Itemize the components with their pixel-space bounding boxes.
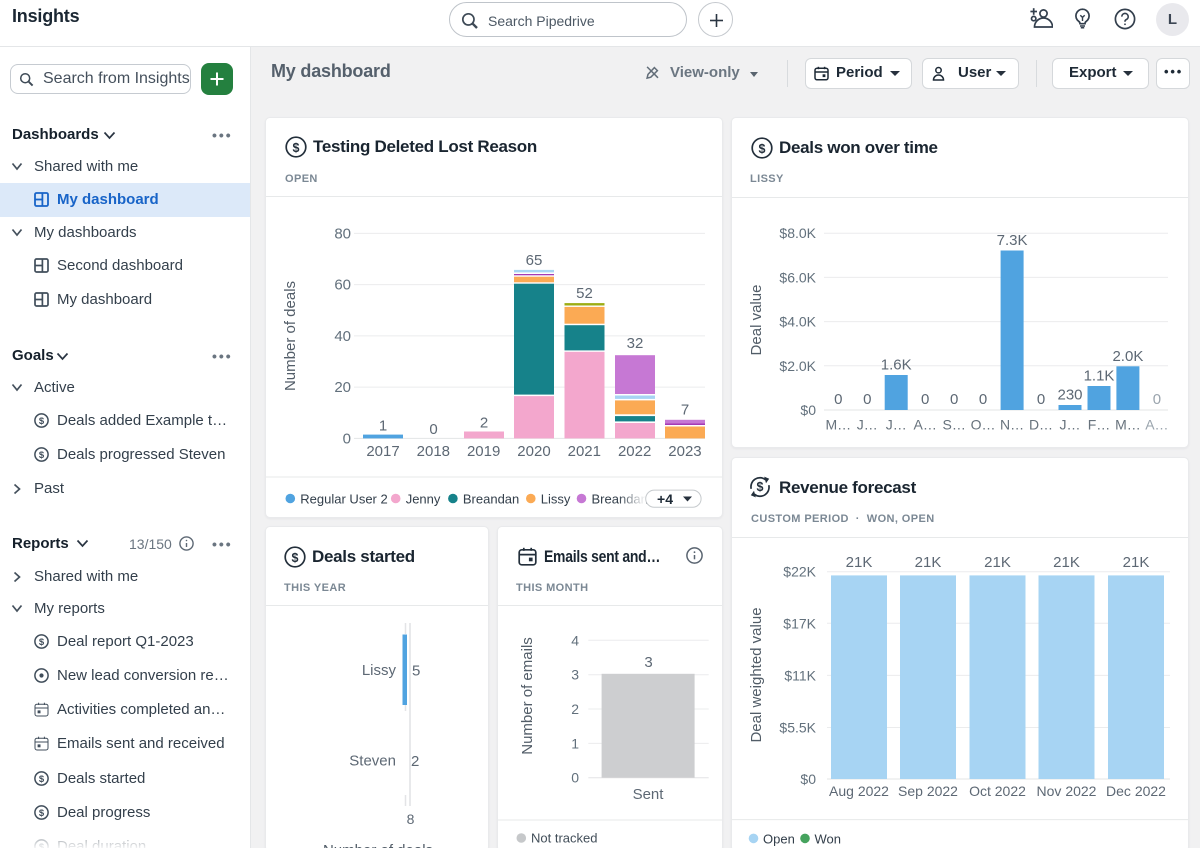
svg-text:Oct 2022: Oct 2022: [969, 783, 1026, 799]
svg-text:0: 0: [1153, 391, 1161, 408]
svg-text:0: 0: [950, 391, 958, 408]
svg-text:2: 2: [411, 753, 419, 770]
svg-text:Lissy: Lissy: [541, 492, 571, 507]
svg-text:Breandan: Breandan: [463, 492, 519, 507]
svg-text:7: 7: [681, 402, 689, 419]
svg-text:J…: J…: [886, 417, 907, 433]
svg-text:$2.0K: $2.0K: [779, 358, 816, 374]
svg-text:0: 0: [343, 430, 351, 447]
svg-text:M…: M…: [1115, 417, 1141, 433]
svg-text:A…: A…: [914, 417, 937, 433]
svg-text:2021: 2021: [568, 443, 601, 460]
svg-text:A…: A…: [1145, 417, 1168, 433]
svg-text:0: 0: [834, 391, 842, 408]
svg-text:7.3K: 7.3K: [997, 232, 1028, 249]
svg-text:2: 2: [571, 701, 579, 717]
svg-text:230: 230: [1057, 387, 1082, 404]
svg-text:2020: 2020: [517, 443, 550, 460]
svg-text:0: 0: [863, 391, 871, 408]
svg-text:M…: M…: [825, 417, 851, 433]
svg-text:32: 32: [627, 335, 644, 352]
svg-text:40: 40: [334, 328, 351, 345]
svg-text:1: 1: [571, 735, 579, 751]
svg-text:0: 0: [979, 391, 987, 408]
svg-text:2023: 2023: [668, 443, 701, 460]
svg-text:2017: 2017: [366, 443, 399, 460]
svg-text:$4.0K: $4.0K: [779, 314, 816, 330]
svg-text:$: $: [39, 637, 45, 648]
svg-text:N…: N…: [1000, 417, 1024, 433]
svg-text:Lissy: Lissy: [362, 662, 397, 679]
svg-text:$: $: [759, 142, 766, 156]
svg-text:O…: O…: [971, 417, 996, 433]
svg-text:1: 1: [379, 418, 387, 435]
svg-text:2022: 2022: [618, 443, 651, 460]
svg-text:Dec 2022: Dec 2022: [1106, 783, 1166, 799]
svg-text:+4: +4: [657, 491, 673, 507]
svg-text:$: $: [292, 551, 299, 565]
svg-text:20: 20: [334, 379, 351, 396]
svg-text:2: 2: [480, 415, 488, 432]
svg-text:S…: S…: [943, 417, 966, 433]
svg-text:52: 52: [576, 285, 593, 302]
svg-text:$: $: [39, 774, 45, 785]
svg-text:D…: D…: [1029, 417, 1053, 433]
svg-text:2018: 2018: [417, 443, 450, 460]
svg-text:Not tracked: Not tracked: [531, 831, 597, 846]
svg-text:2019: 2019: [467, 443, 500, 460]
svg-text:21K: 21K: [1053, 554, 1080, 571]
svg-text:$5.5K: $5.5K: [779, 720, 816, 736]
svg-text:$22K: $22K: [783, 564, 816, 580]
svg-text:Sent: Sent: [633, 786, 665, 803]
svg-text:Aug 2022: Aug 2022: [829, 783, 889, 799]
svg-text:$: $: [39, 450, 45, 461]
svg-text:Nov 2022: Nov 2022: [1037, 783, 1097, 799]
svg-text:65: 65: [526, 252, 543, 269]
svg-text:$8.0K: $8.0K: [779, 225, 816, 241]
svg-text:60: 60: [334, 277, 351, 294]
svg-text:Won: Won: [815, 831, 842, 846]
svg-text:21K: 21K: [846, 554, 873, 571]
svg-text:$11K: $11K: [784, 667, 816, 683]
svg-text:3: 3: [644, 654, 652, 671]
svg-text:F…: F…: [1088, 417, 1111, 433]
svg-text:$17K: $17K: [783, 615, 816, 631]
svg-text:$0: $0: [800, 402, 816, 418]
svg-text:0: 0: [571, 770, 579, 786]
svg-text:1.1K: 1.1K: [1084, 368, 1115, 385]
svg-text:Steven: Steven: [349, 753, 396, 770]
svg-text:J…: J…: [857, 417, 878, 433]
svg-text:1.6K: 1.6K: [881, 357, 912, 374]
svg-text:J…: J…: [1060, 417, 1081, 433]
svg-text:2.0K: 2.0K: [1112, 348, 1143, 365]
svg-text:Deal weighted value: Deal weighted value: [748, 607, 765, 742]
svg-text:Number of deals: Number of deals: [282, 281, 299, 391]
svg-text:21K: 21K: [915, 554, 942, 571]
svg-text:4: 4: [571, 632, 579, 648]
svg-text:21K: 21K: [984, 554, 1011, 571]
svg-text:Jenny: Jenny: [406, 492, 441, 507]
svg-text:0: 0: [429, 421, 437, 438]
svg-text:$: $: [39, 416, 45, 427]
svg-text:Number of emails: Number of emails: [519, 637, 536, 755]
svg-text:$6.0K: $6.0K: [779, 269, 816, 285]
svg-text:Regular User 2: Regular User 2: [300, 492, 387, 507]
svg-text:8: 8: [407, 811, 415, 827]
svg-text:80: 80: [334, 225, 351, 242]
svg-text:$: $: [293, 141, 300, 155]
svg-text:0: 0: [921, 391, 929, 408]
svg-text:21K: 21K: [1123, 554, 1150, 571]
svg-text:$: $: [39, 808, 45, 819]
svg-text:$: $: [757, 480, 764, 494]
svg-text:3: 3: [571, 667, 579, 683]
svg-text:Open: Open: [763, 831, 795, 846]
svg-text:0: 0: [1037, 391, 1045, 408]
svg-text:Sep 2022: Sep 2022: [898, 783, 958, 799]
svg-text:5: 5: [412, 663, 420, 680]
svg-text:Deal value: Deal value: [748, 285, 765, 356]
svg-text:$0: $0: [800, 771, 816, 787]
svg-text:Number of deals: Number of deals: [323, 842, 433, 848]
